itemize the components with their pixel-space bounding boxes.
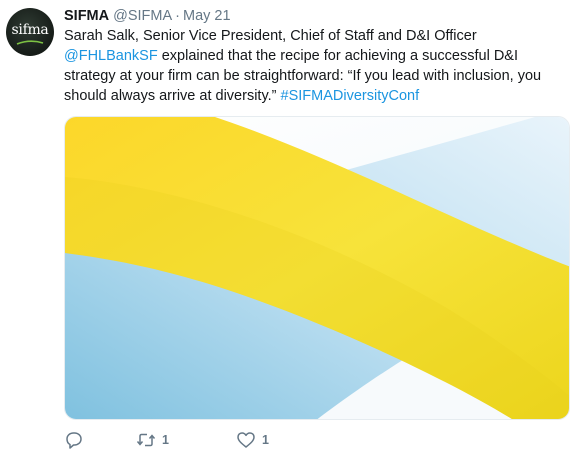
heart-icon bbox=[237, 432, 255, 448]
retweet-button[interactable]: 1 bbox=[136, 428, 236, 452]
retweet-count: 1 bbox=[162, 433, 169, 447]
like-count: 1 bbox=[262, 433, 269, 447]
tweet-card: sifma SIFMA @SIFMA · May 21 Sarah Salk, Sen… bbox=[0, 0, 578, 458]
author-name[interactable]: SIFMA bbox=[64, 8, 109, 24]
header-separator: · bbox=[175, 8, 180, 24]
retweet-icon bbox=[136, 433, 156, 447]
tweet-text: Sarah Salk, Senior Vice President, Chief… bbox=[64, 26, 570, 106]
like-button[interactable]: 1 bbox=[236, 428, 316, 452]
ribbon-graphic bbox=[65, 117, 569, 419]
mention-link[interactable]: @FHLBankSF bbox=[64, 48, 158, 64]
tweet-date[interactable]: May 21 bbox=[183, 8, 231, 24]
author-handle[interactable]: @SIFMA bbox=[113, 8, 172, 24]
reply-button[interactable] bbox=[64, 428, 114, 452]
avatar-swoosh-icon bbox=[16, 40, 44, 45]
hashtag-link[interactable]: #SIFMADiversityConf bbox=[281, 88, 420, 104]
tweet-media-image[interactable] bbox=[64, 116, 570, 420]
reply-icon bbox=[66, 432, 82, 449]
avatar[interactable]: sifma bbox=[6, 8, 54, 56]
tweet-text-part1: Sarah Salk, Senior Vice President, Chief… bbox=[64, 28, 477, 44]
tweet-content: SIFMA @SIFMA · May 21 Sarah Salk, Senior Vi… bbox=[64, 6, 570, 106]
avatar-logo-text: sifma bbox=[11, 22, 49, 38]
tweet-actions: 1 1 bbox=[64, 428, 316, 452]
tweet-header: SIFMA @SIFMA · May 21 bbox=[64, 6, 570, 26]
